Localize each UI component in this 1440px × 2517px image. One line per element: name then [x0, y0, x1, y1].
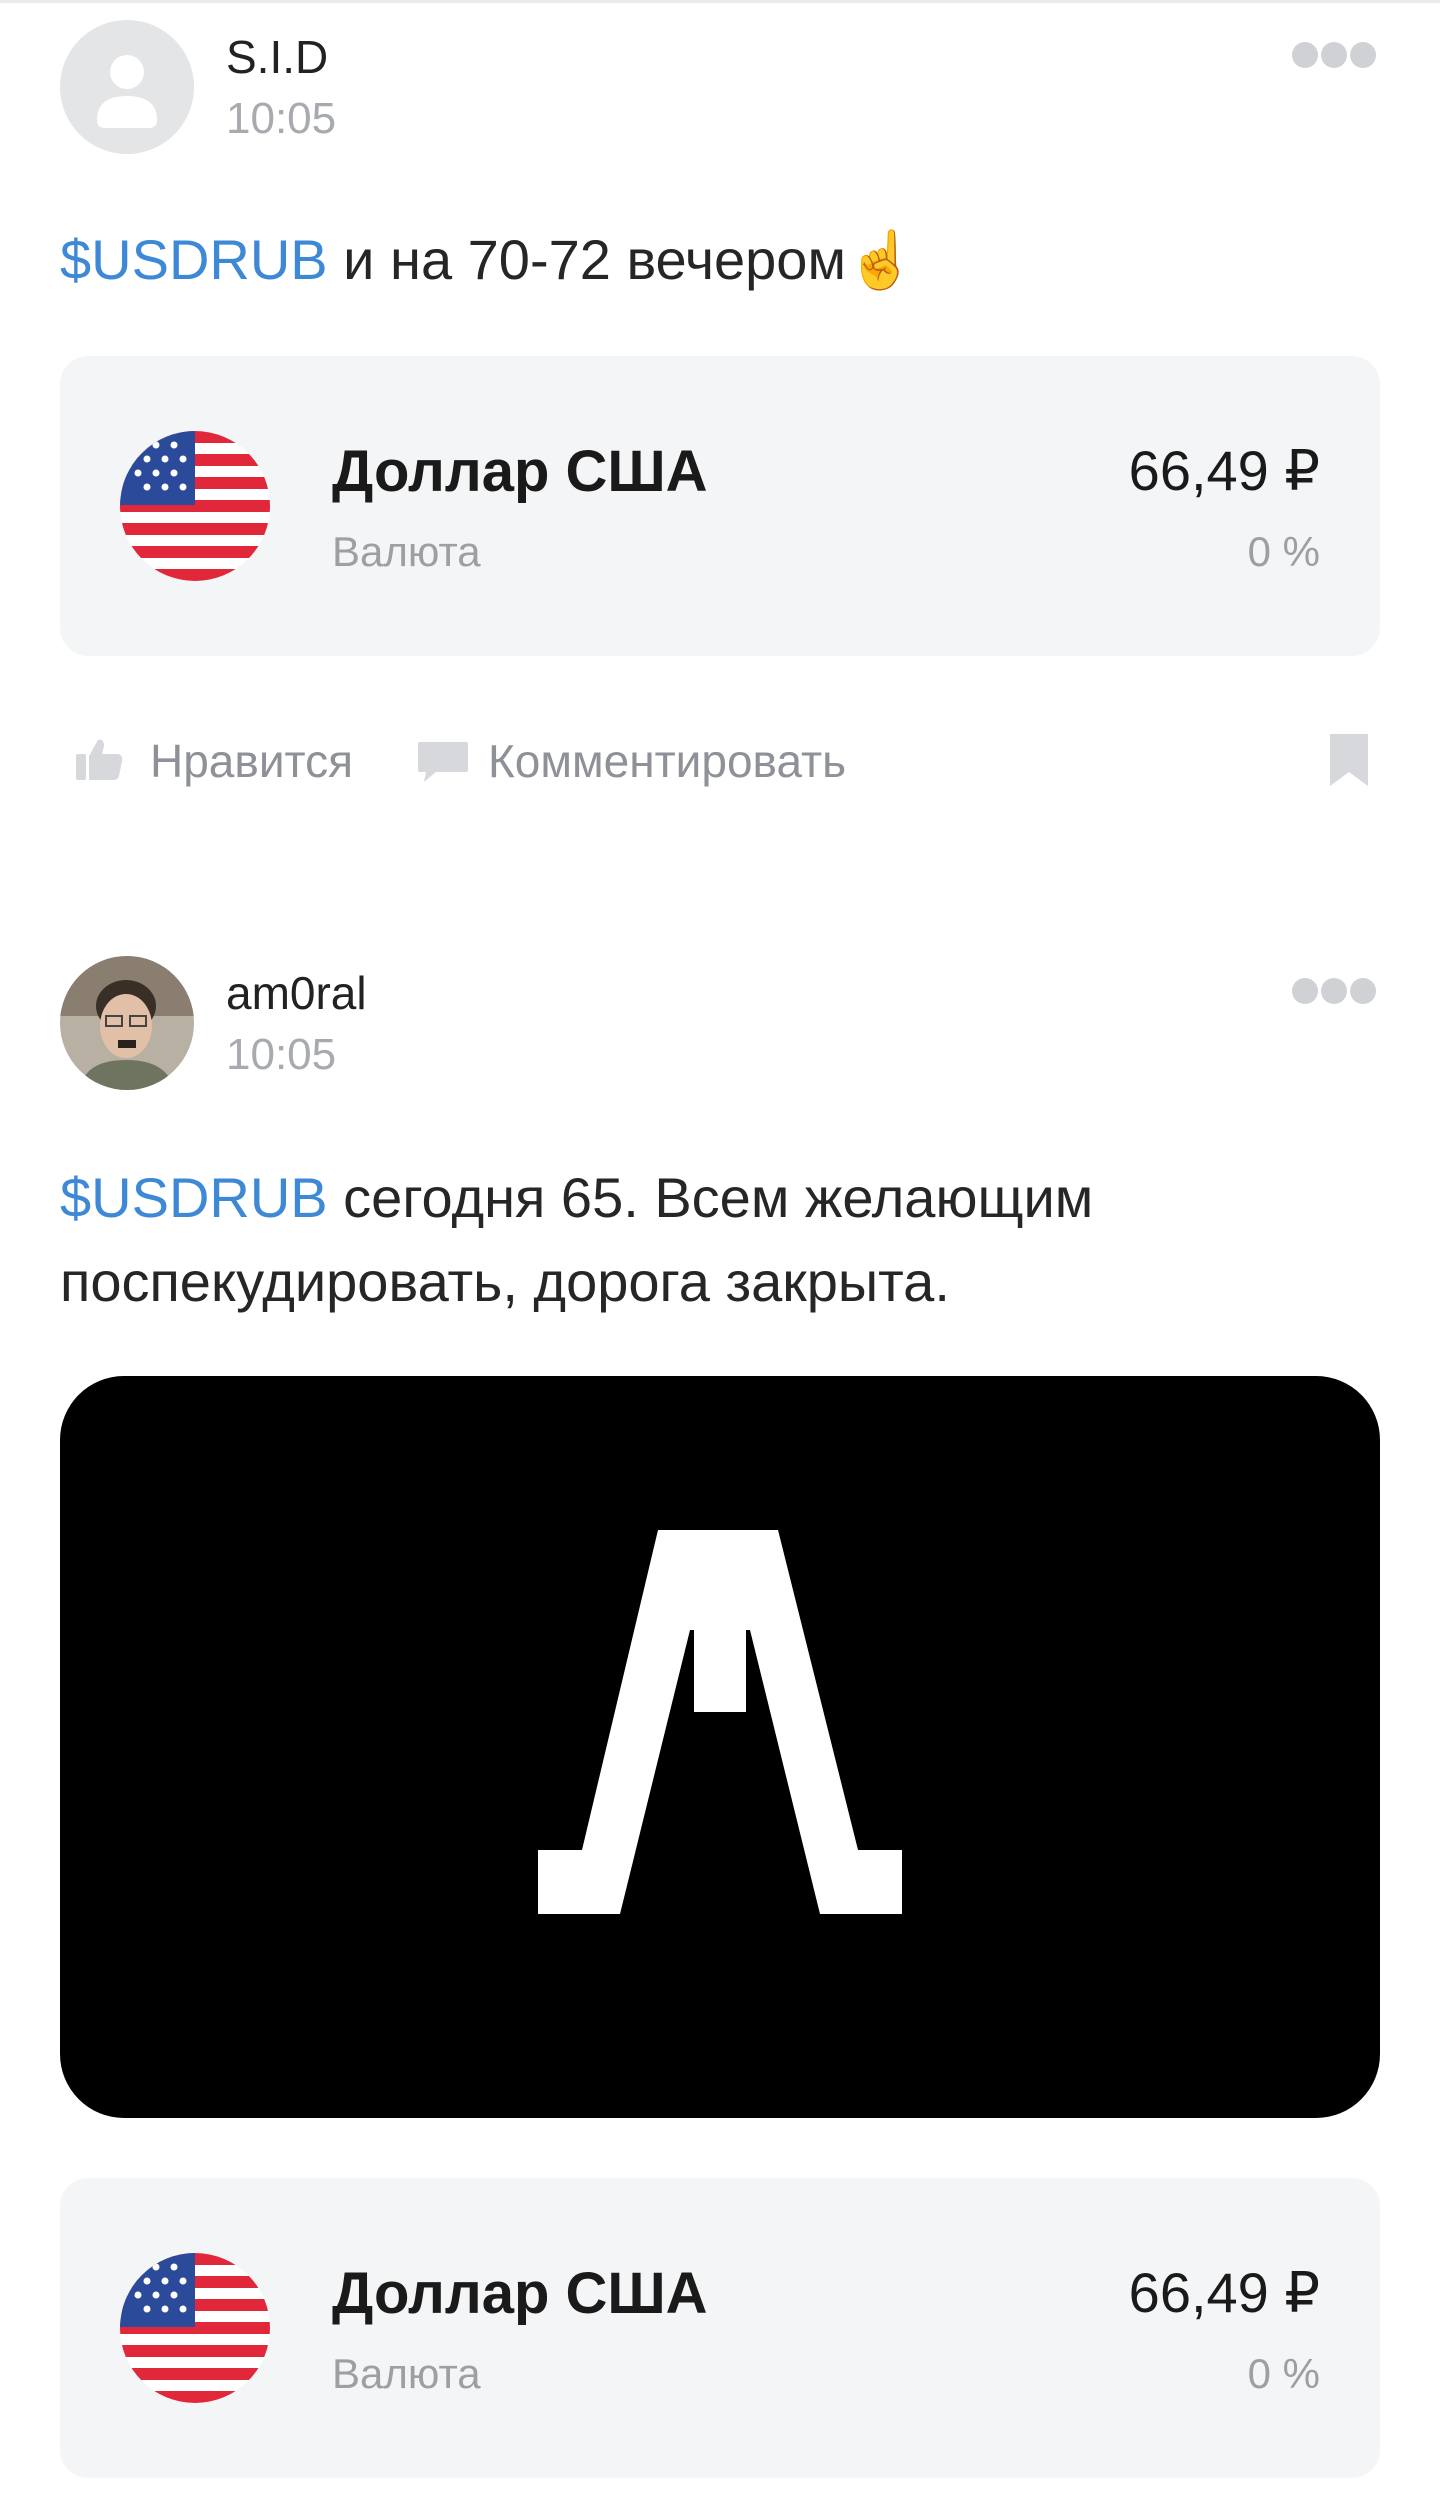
- user-placeholder-icon: [60, 20, 194, 154]
- author-name[interactable]: S.I.D: [226, 30, 328, 84]
- ticker-link[interactable]: $USDRUB: [60, 228, 328, 291]
- instrument-change: 0 %: [1247, 528, 1320, 575]
- more-icon[interactable]: [1292, 42, 1376, 68]
- post-image[interactable]: [60, 1376, 1380, 2118]
- bookmark-icon[interactable]: [1328, 732, 1370, 788]
- post-text: $USDRUB и на 70-72 вечером☝️: [60, 218, 1380, 302]
- instrument-name: Доллар США: [332, 439, 708, 504]
- post-body: и на 70-72 вечером☝️: [327, 228, 916, 291]
- like-icon[interactable]: [74, 734, 124, 784]
- top-divider: [0, 0, 1440, 3]
- instrument-card[interactable]: Доллар США Валюта 66,49 ₽ 0 %: [60, 356, 1380, 656]
- avatar[interactable]: [60, 20, 194, 154]
- post-time: 10:05: [226, 1030, 337, 1079]
- instrument-price: 66,49 ₽: [1128, 2261, 1320, 2324]
- instrument-change: 0 %: [1247, 2350, 1320, 2397]
- instrument-price: 66,49 ₽: [1128, 439, 1320, 502]
- post-text: $USDRUB сегодня 65. Всем желающим поспек…: [60, 1156, 1380, 1324]
- instrument-name: Доллар США: [332, 2261, 708, 2326]
- us-flag-icon: [120, 431, 270, 581]
- avatar[interactable]: [60, 956, 194, 1090]
- more-icon[interactable]: [1292, 978, 1376, 1004]
- alfa-logo-icon: [538, 1530, 902, 1914]
- post-time: 10:05: [226, 94, 337, 143]
- instrument-card[interactable]: Доллар США Валюта 66,49 ₽ 0 %: [60, 2178, 1380, 2478]
- ticker-link[interactable]: $USDRUB: [60, 1166, 328, 1229]
- instrument-type: Валюта: [332, 528, 481, 575]
- us-flag-icon: [120, 2253, 270, 2403]
- like-button[interactable]: Нравится: [150, 734, 353, 788]
- post-actions: Нравится Комментировать: [0, 726, 1440, 796]
- comment-button[interactable]: Комментировать: [488, 734, 846, 788]
- user-photo: [60, 956, 194, 1090]
- comment-icon[interactable]: [416, 740, 470, 784]
- author-name[interactable]: am0ral: [226, 966, 367, 1020]
- instrument-type: Валюта: [332, 2350, 481, 2397]
